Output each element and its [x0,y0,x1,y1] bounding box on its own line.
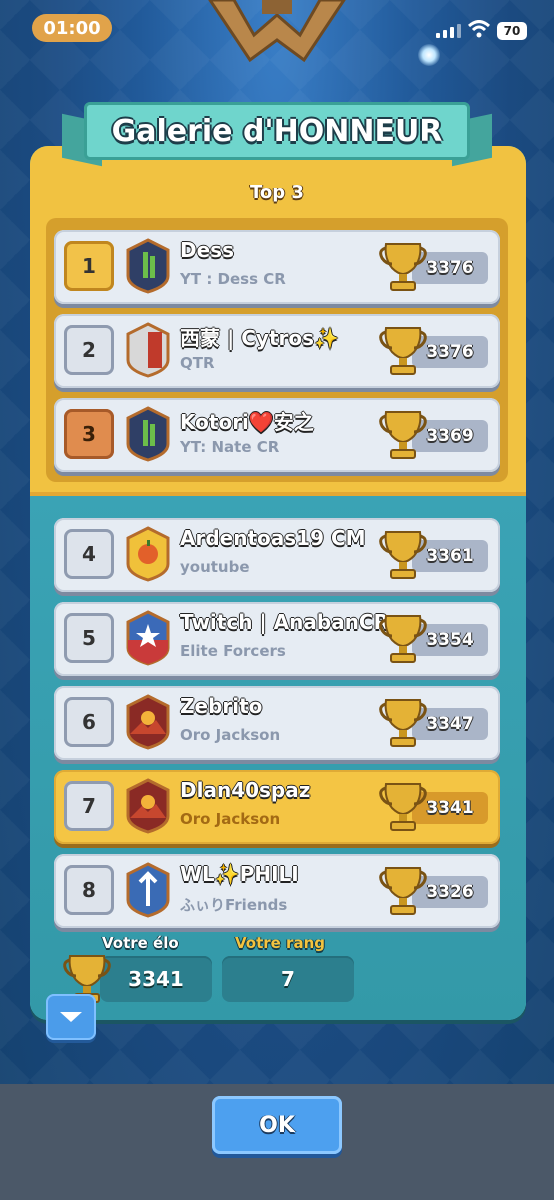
trophy-icon [378,322,428,378]
rank-label: Votre rang [235,934,325,952]
leaderboard-row[interactable]: 6 Zebrito Oro Jackson 3347 [54,686,500,760]
elo-label: Votre élo [102,934,179,952]
crown-decoration-icon [208,0,346,63]
clan-name: YT : Dess CR [180,270,286,288]
player-name: Kotori❤️安之 [180,410,314,434]
rank-number: 3 [64,409,114,459]
sparkle-icon [418,44,440,66]
leaderboard-row[interactable]: 3 Kotori❤️安之 YT: Nate CR 3369 [54,398,500,472]
player-name: Twitch | AnabanCR [180,610,390,634]
page-title: Galerie d'HONNEUR [111,113,443,149]
player-name: Ardentoas19 CM [180,526,366,550]
status-time: 01:00 [32,14,112,42]
chevron-down-icon [60,1012,82,1022]
leaderboard-row[interactable]: 8 WL✨PHILI ふぃりFriends 3326 [54,854,500,928]
ok-button[interactable]: OK [212,1096,342,1154]
clan-badge-icon [126,610,170,666]
clan-badge-icon [126,238,170,294]
clan-name: Elite Forcers [180,642,286,660]
leaderboard-row[interactable]: 7 Dlan40spaz Oro Jackson 3341 [54,770,500,844]
leaderboard-row[interactable]: 2 西蒙 | Cytros✨ QTR 3376 [54,314,500,388]
trophy-icon [378,238,428,294]
clan-badge-icon [126,862,170,918]
leaderboard-row[interactable]: 5 Twitch | AnabanCR Elite Forcers 3354 [54,602,500,676]
clan-badge-icon [126,778,170,834]
rank-number: 5 [64,613,114,663]
rank-number: 2 [64,325,114,375]
scroll-down-button[interactable] [46,994,96,1040]
trophy-icon [378,526,428,582]
elo-value: 3341 [100,956,212,1002]
rank-number: 1 [64,241,114,291]
rank-number: 8 [64,865,114,915]
rank-value: 7 [222,956,354,1002]
clan-name: YT: Nate CR [180,438,280,456]
rank-number: 4 [64,529,114,579]
clan-name: Oro Jackson [180,726,281,744]
trophy-icon [378,862,428,918]
signal-icon [436,24,461,38]
clan-badge-icon [126,322,170,378]
clan-badge-icon [126,694,170,750]
wifi-icon [468,20,490,38]
clan-name: Oro Jackson [180,810,281,828]
player-name: Zebrito [180,694,263,718]
rank-number: 6 [64,697,114,747]
player-name: 西蒙 | Cytros✨ [180,326,339,350]
player-name: WL✨PHILI [180,862,299,886]
trophy-icon [378,406,428,462]
clan-name: youtube [180,558,250,576]
top3-label: Top 3 [250,182,304,203]
trophy-icon [378,610,428,666]
player-name: Dlan40spaz [180,778,311,802]
player-name: Dess [180,238,234,262]
clan-badge-icon [126,406,170,462]
trophy-icon [378,778,428,834]
clan-name: ふぃりFriends [180,896,288,914]
trophy-icon [378,694,428,750]
battery-icon: 70 [497,22,527,40]
clan-badge-icon [126,526,170,582]
leaderboard-row[interactable]: 1 Dess YT : Dess CR 3376 [54,230,500,304]
leaderboard-row[interactable]: 4 Ardentoas19 CM youtube 3361 [54,518,500,592]
title-banner: Galerie d'HONNEUR [62,98,492,170]
rank-number: 7 [64,781,114,831]
clan-name: QTR [180,354,215,372]
